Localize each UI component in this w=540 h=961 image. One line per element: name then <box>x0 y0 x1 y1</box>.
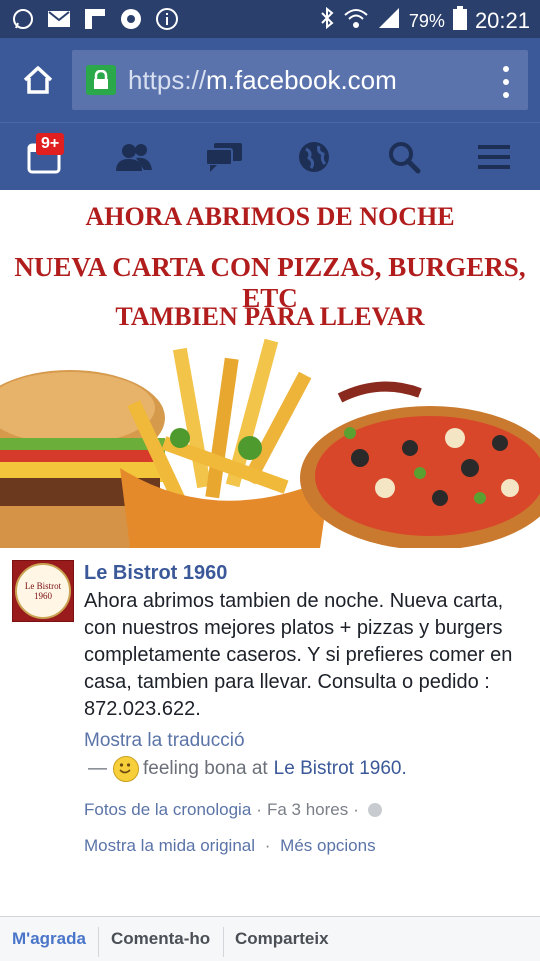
feeling-line: — feeling bona at Le Bistrot 1960 . <box>88 756 407 782</box>
separator: · <box>264 836 271 855</box>
nav-globe[interactable] <box>292 137 336 177</box>
lock-icon <box>86 65 116 95</box>
wifi-icon <box>343 7 369 35</box>
globe-icon <box>367 803 382 817</box>
view-full-size-link[interactable]: Mostra la mida original <box>84 836 255 855</box>
system-indicators: 79% 20:21 <box>319 6 530 36</box>
banner-line-1: AHORA ABRIMOS DE NOCHE <box>85 202 455 231</box>
menu-icon <box>478 145 510 169</box>
post-image[interactable]: AHORA ABRIMOS DE NOCHE NUEVA CARTA CON P… <box>0 190 540 548</box>
feeling-period: . <box>401 758 407 779</box>
friends-icon <box>116 144 152 171</box>
separator: · <box>353 800 359 819</box>
address-bar[interactable]: https://m.facebook.com <box>72 50 528 110</box>
nav-menu[interactable] <box>472 137 516 177</box>
nav-messages[interactable] <box>202 137 246 177</box>
post-text: Ahora abrimos tambien de noche. Nueva ca… <box>84 590 513 720</box>
gmail-icon <box>46 6 72 32</box>
comment-button[interactable]: Comenta-ho <box>111 917 210 961</box>
url-host: m.facebook.com <box>206 64 397 95</box>
url-scheme: https:// <box>128 64 207 95</box>
signal-icon <box>377 7 401 35</box>
food-photo <box>0 338 540 548</box>
post-action-bar: M'agrada Comenta-ho Comparteix <box>0 916 540 961</box>
divider <box>98 927 99 957</box>
translate-link[interactable]: Mostra la traducció <box>84 730 245 752</box>
feeling-place-link[interactable]: Le Bistrot 1960 <box>274 758 402 780</box>
divider <box>223 927 224 957</box>
whatsapp-icon <box>10 6 36 32</box>
smiley-icon <box>113 756 139 782</box>
separator: · <box>256 800 262 819</box>
info-icon <box>154 6 180 32</box>
photo-options: Mostra la mida original · Més opcions <box>84 836 376 856</box>
dot <box>503 79 509 85</box>
facebook-nav-bar: 9+ <box>0 122 540 191</box>
post-meta: Fotos de la cronologia · Fa 3 hores · <box>84 800 382 820</box>
battery-percent: 79% <box>408 10 445 31</box>
nav-friends[interactable] <box>112 137 156 177</box>
clock: 20:21 <box>474 8 530 33</box>
dot <box>503 92 509 98</box>
bluetooth-icon <box>319 6 335 36</box>
notification-icons <box>10 6 180 32</box>
nav-search[interactable] <box>382 137 426 177</box>
post-time[interactable]: Fa 3 hores <box>267 800 348 820</box>
notifications-badge: 9+ <box>36 133 65 155</box>
feeling-text: feeling bona at <box>143 758 268 779</box>
browser-toolbar: https://m.facebook.com <box>0 38 540 122</box>
share-button[interactable]: Comparteix <box>235 917 329 961</box>
more-options-link[interactable]: Més opcions <box>280 836 375 855</box>
battery-icon <box>452 6 467 36</box>
like-button[interactable]: M'agrada <box>12 917 86 961</box>
globe-icon <box>299 142 329 172</box>
banner-line-3: TAMBIEN PARA LLEVAR <box>115 302 425 331</box>
album-link[interactable]: Fotos de la cronologia <box>84 800 251 820</box>
status-bar: 79% 20:21 <box>0 0 540 38</box>
messages-icon <box>205 143 242 172</box>
page-avatar[interactable]: Le Bistrot 1960 <box>12 560 74 622</box>
url-text: https://m.facebook.com <box>128 65 397 96</box>
home-button[interactable] <box>18 60 58 100</box>
chrome-icon <box>118 6 144 32</box>
flipboard-icon <box>82 6 108 32</box>
dot <box>503 66 509 72</box>
browser-menu-button[interactable] <box>494 66 518 98</box>
search-icon <box>389 142 421 174</box>
avatar-logo: Le Bistrot 1960 <box>15 563 71 619</box>
feeling-dash: — <box>88 758 107 779</box>
post-author[interactable]: Le Bistrot 1960 <box>84 562 227 585</box>
home-icon <box>23 66 53 94</box>
